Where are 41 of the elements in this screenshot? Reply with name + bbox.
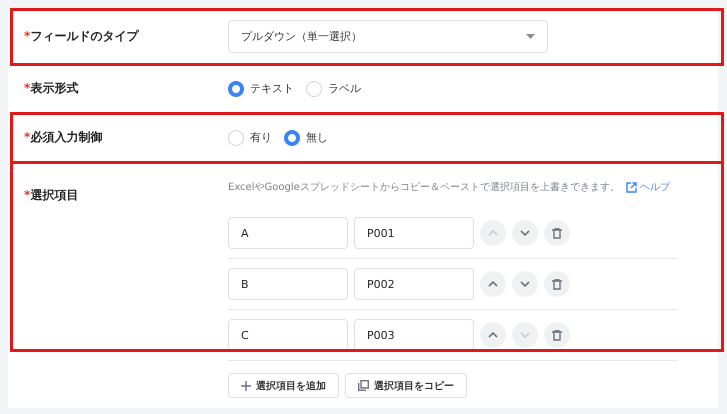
chevron-down-icon <box>520 281 530 287</box>
chevron-down-icon <box>520 332 530 338</box>
copy-icon <box>358 380 369 391</box>
field-label: *選択項目 <box>23 188 78 202</box>
move-up-button[interactable] <box>480 322 506 348</box>
chevron-up-icon <box>488 332 498 338</box>
delete-button[interactable] <box>544 220 570 246</box>
delete-button[interactable] <box>544 271 570 297</box>
code-input[interactable]: P002 <box>354 268 474 300</box>
label-input[interactable]: C <box>228 319 348 351</box>
add-choice-button[interactable]: 選択項目を追加 <box>228 373 339 398</box>
plus-icon <box>241 380 251 390</box>
caret-icon <box>526 34 535 39</box>
delete-button[interactable] <box>544 322 570 348</box>
label-input[interactable]: A <box>228 217 348 249</box>
radio-option[interactable]: テキスト <box>228 80 294 96</box>
field-label: *必須入力制御 <box>23 129 104 146</box>
type-select[interactable]: プルダウン（単一選択） <box>228 20 548 53</box>
move-down-button[interactable] <box>512 220 538 246</box>
chevron-up-icon <box>488 230 498 236</box>
move-down-button[interactable] <box>512 271 538 297</box>
radio-option[interactable]: ラベル <box>306 80 361 96</box>
radio-option[interactable]: 無し <box>284 130 328 146</box>
label-input[interactable]: B <box>228 268 348 300</box>
chevron-up-icon <box>488 281 498 287</box>
move-up-button[interactable] <box>480 271 506 297</box>
chevron-down-icon <box>520 230 530 236</box>
trash-icon <box>552 330 562 340</box>
help-link[interactable]: ヘルプ <box>626 180 670 194</box>
field-label: *表示形式 <box>23 80 80 97</box>
radio-button[interactable] <box>228 80 244 96</box>
trash-icon <box>552 228 562 238</box>
radio-button[interactable] <box>284 130 300 146</box>
code-input[interactable]: P003 <box>354 319 474 351</box>
field-label: *フィールドのタイプ <box>23 28 140 45</box>
trash-icon <box>552 278 562 290</box>
external-link-icon <box>626 182 637 192</box>
help-text: ExcelやGoogleスプレッドシートからコピー＆ペーストで選択項目を上書きできます。 <box>228 180 620 194</box>
copy-choices-button[interactable]: 選択項目をコピー <box>345 373 467 398</box>
code-input[interactable]: P001 <box>354 217 474 249</box>
radio-option[interactable]: 有り <box>228 130 272 146</box>
